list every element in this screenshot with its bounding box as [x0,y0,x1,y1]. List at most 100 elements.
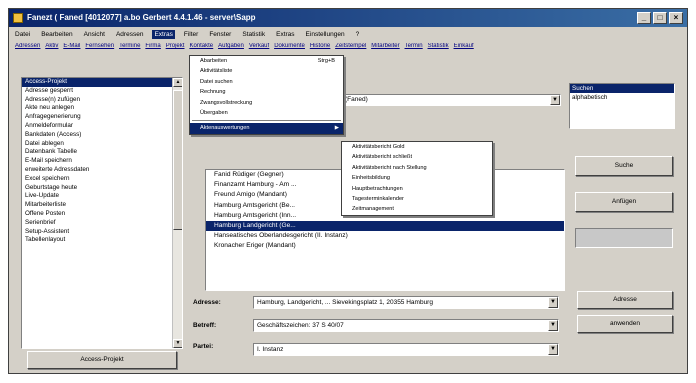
info-panel [575,228,673,248]
chevron-down-icon[interactable]: ▼ [550,95,560,105]
menu-item[interactable]: Rechnung [190,87,343,97]
link-item[interactable]: E-Mail [63,43,80,54]
list-item[interactable]: Bankdaten (Access) [22,131,172,140]
list-item[interactable]: Adresse gesperrt [22,87,172,96]
subject-combo[interactable]: Geschäftszeichen: 37 S 40/07 ▼ [253,319,559,332]
submenu-item[interactable]: Aktivitätsbericht nach Stellung [342,163,492,173]
link-item[interactable]: Historie [310,43,330,54]
menu-item[interactable]: Datei [13,30,32,39]
scroll-thumb[interactable] [173,90,182,230]
list-item[interactable]: Anfragegenerierung [22,113,172,122]
link-item[interactable]: Projekt [166,43,185,54]
left-listbox[interactable]: Access-Projekt Adresse gesperrt Adresse(n)… [21,77,183,349]
sort-listbox[interactable]: Suchen alphabetisch [569,83,675,129]
menu-item[interactable]: Adressen [114,30,145,39]
chevron-down-icon[interactable]: ▼ [548,320,558,331]
address-apply-button[interactable]: Adresse [577,291,673,309]
menu-item[interactable]: Bearbeiten [39,30,74,39]
title-bar[interactable]: Fanezt ( Faned [4012077] a.bo Gerbert 4.… [9,9,687,27]
link-item[interactable]: Termine [119,43,140,54]
access-project-button[interactable]: Access-Projekt [27,351,177,369]
menu-item[interactable]: Übergaben [190,108,343,118]
party-combo[interactable]: I. Instanz ▼ [253,343,559,356]
link-item[interactable]: Aufgaben [218,43,244,54]
menu-item[interactable]: ? [354,30,362,39]
reports-submenu: Aktivitätsbericht Gold Aktivitätsbericht … [341,141,493,216]
submenu-item[interactable]: Aktivitätsbericht schließt [342,152,492,162]
list-item[interactable]: Hamburg Landgericht (Ge... [206,220,564,232]
link-item[interactable]: Termin [405,43,423,54]
minimize-button[interactable]: _ [637,12,651,24]
list-item[interactable]: erweiterte Adressdaten [22,166,172,175]
list-item[interactable]: Tabellenlayout [22,236,172,245]
menu-item[interactable]: Fenster [207,30,233,39]
submenu-item[interactable]: Hauptbetrachtungen [342,184,492,194]
left-list-scrollbar[interactable]: ▲ ▼ [172,78,182,348]
list-item[interactable]: Excel speichern [22,175,172,184]
scroll-up-icon[interactable]: ▲ [173,78,182,87]
list-item[interactable]: Setup-Assistent [22,228,172,237]
list-item[interactable]: Serienbrief [22,219,172,228]
close-button[interactable]: × [669,12,683,24]
list-item[interactable]: Anmeldeformular [22,122,172,131]
link-item[interactable]: Kontakte [189,43,213,54]
link-item[interactable]: Fernsehen [85,43,114,54]
menu-item-label: Rechnung [200,89,226,96]
menu-item[interactable]: Einstellungen [304,30,347,39]
menu-item-label: Aktenauswertungen [200,125,250,132]
list-item[interactable]: Offene Posten [22,210,172,219]
maximize-button[interactable]: □ [653,12,667,24]
menu-item[interactable]: Aktenauswertungen ▶ [190,123,343,134]
scroll-down-icon[interactable]: ▼ [173,339,182,348]
chevron-down-icon[interactable]: ▼ [548,344,558,355]
list-item[interactable]: Kronacher Eriger (Mandant) [206,241,564,251]
list-item[interactable]: Access-Projekt [22,78,172,87]
list-item[interactable]: Mitarbeiterliste [22,201,172,210]
link-item[interactable]: Firma [145,43,160,54]
list-item[interactable]: Datenbank Tabelle [22,148,172,157]
link-item[interactable]: Einkauf [454,43,474,54]
submenu-item[interactable]: Einheitsbildung [342,173,492,183]
apply-button[interactable]: anwenden [577,315,673,333]
list-item[interactable]: Hanseatisches Oberlandesgericht (II. Ins… [206,231,564,241]
menu-item[interactable]: Zwangsvollstreckung [190,98,343,108]
menu-bar: Datei Bearbeiten Ansicht Adressen Extras Filt… [9,28,687,41]
list-item[interactable]: alphabetisch [570,93,674,102]
link-item[interactable]: Aktiv [45,43,58,54]
menu-item[interactable]: Abarbeiten Strg+B [190,56,343,66]
menu-item[interactable]: Extras [152,30,175,39]
link-item[interactable]: Statistik [428,43,449,54]
search-button[interactable]: Suche [575,156,673,176]
list-item[interactable]: Live-Update [22,192,172,201]
link-item[interactable]: Verkauf [249,43,269,54]
menu-item[interactable]: Ansicht [82,30,107,39]
link-item[interactable]: Zeitstempel [335,43,366,54]
menu-item[interactable]: Filter [182,30,200,39]
menu-item[interactable]: Datei suchen [190,77,343,87]
menu-item[interactable]: Statistik [240,30,267,39]
menu-item[interactable]: Aktivitätsliste [190,66,343,76]
list-item[interactable]: Suchen [570,84,674,93]
submenu-arrow-icon: ▶ [334,125,339,132]
link-bar: Adressen Aktiv E-Mail Fernsehen Termine Firma… [9,43,687,54]
window-title: Fanezt ( Faned [4012077] a.bo Gerbert 4.… [27,13,256,22]
list-item[interactable]: Akte neu anlegen [22,104,172,113]
chevron-down-icon[interactable]: ▼ [548,297,558,308]
submenu-item[interactable]: Tagesterminkalender [342,194,492,204]
list-item[interactable]: Datei ablegen [22,140,172,149]
link-item[interactable]: Adressen [15,43,40,54]
menu-item[interactable]: Extras [274,30,296,39]
party-value: I. Instanz [257,346,284,353]
address-combo[interactable]: Hamburg, Landgericht, ... Sievekingsplat… [253,296,559,309]
menu-separator [192,120,341,122]
list-item[interactable]: Geburtstage heute [22,184,172,193]
link-item[interactable]: Mitarbeiter [371,43,399,54]
list-item[interactable]: Adresse(n) zufügen [22,96,172,105]
party-label: Partei: [193,343,214,350]
list-item[interactable]: E-Mail speichern [22,157,172,166]
submenu-item[interactable]: Zeitmanagement [342,204,492,214]
submenu-item[interactable]: Aktivitätsbericht Gold [342,142,492,152]
link-item[interactable]: Dokumente [274,43,305,54]
top-combo[interactable]: (Faned) ▼ [341,94,561,106]
add-button[interactable]: Anfügen [575,192,673,212]
